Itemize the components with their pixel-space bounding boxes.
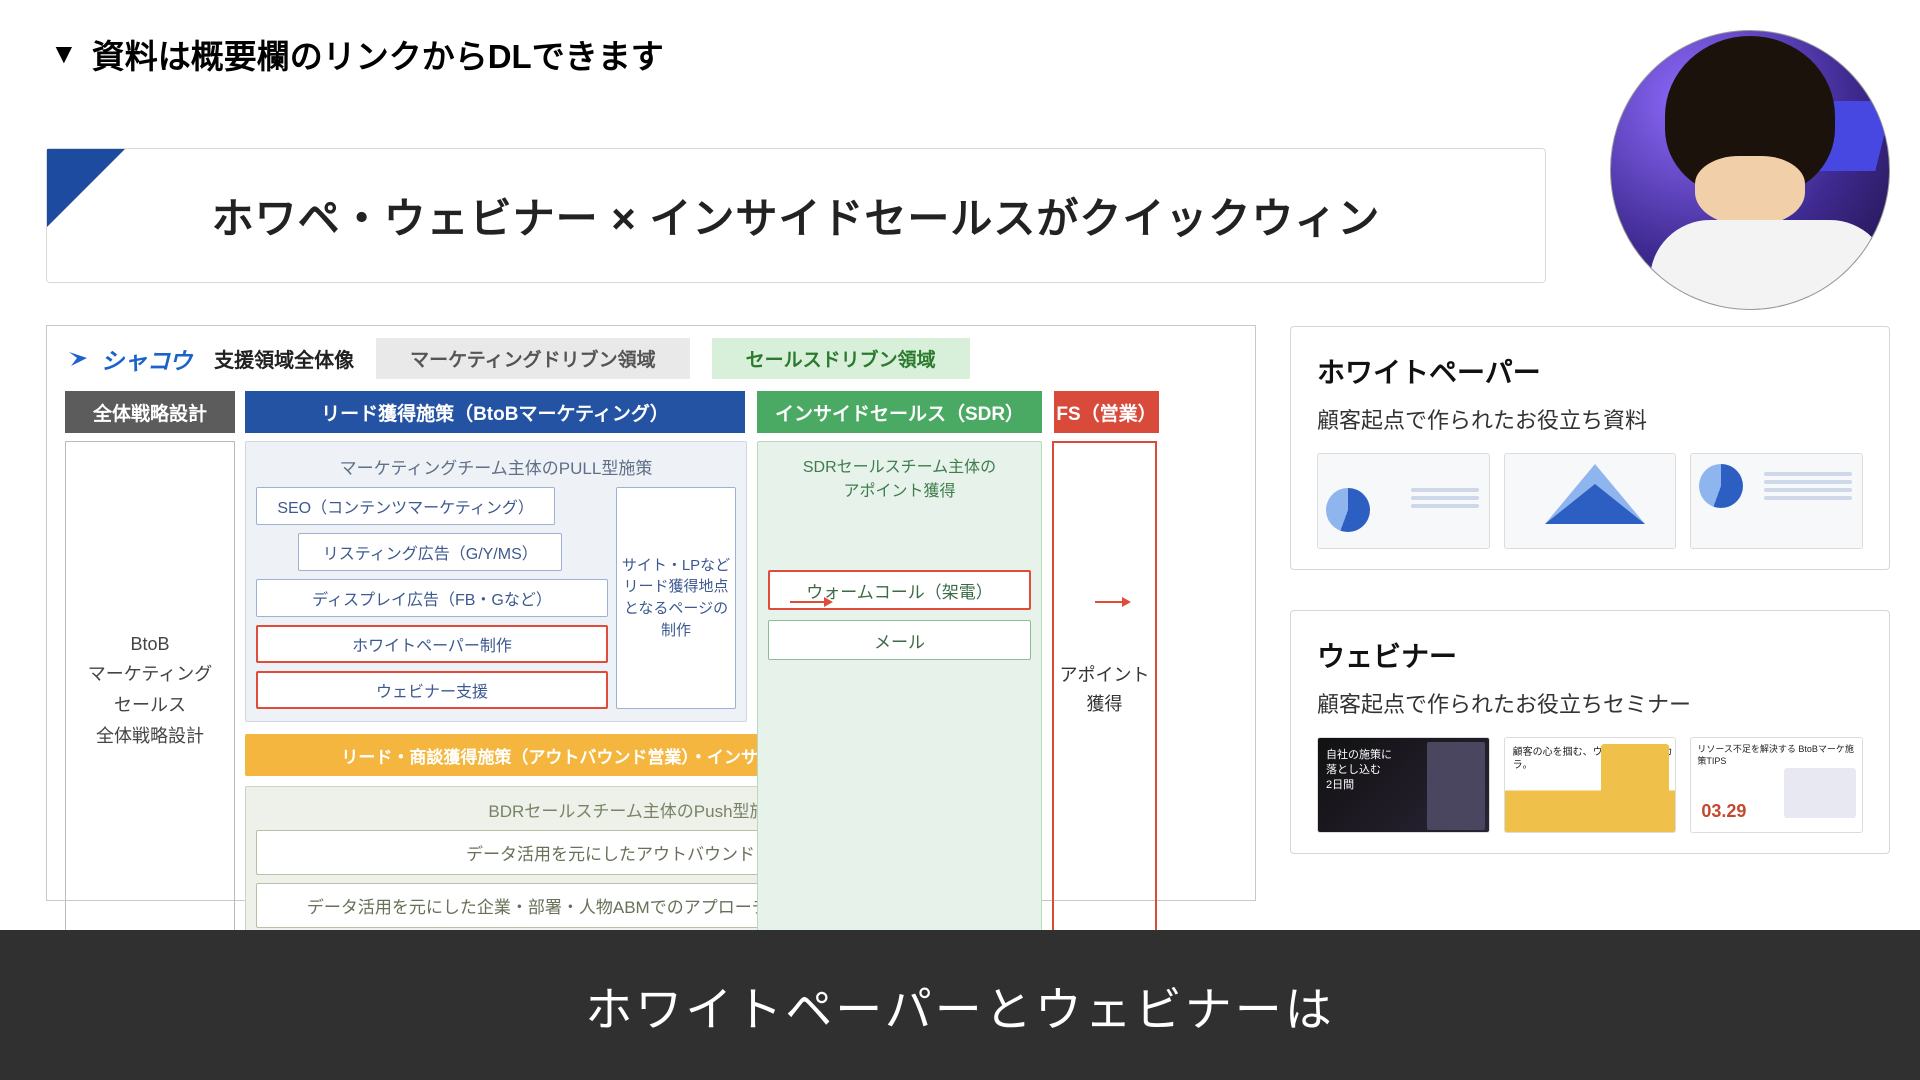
wp-thumb xyxy=(1317,453,1490,549)
pull-display: ディスプレイ広告（FB・Gなど） xyxy=(256,579,608,617)
wb-thumb: 顧客の心を掴む、ウェビナーのチカラ。 xyxy=(1504,737,1677,833)
pull-seo: SEO（コンテンツマーケティング） xyxy=(256,487,555,525)
wb-thumb: リソース不足を解決する BtoBマーケ施策TIPS 03.29 xyxy=(1690,737,1863,833)
corner-accent xyxy=(47,149,125,227)
wb-thumbs: 自社の施策に落とし込む2日間 顧客の心を掴む、ウェビナーのチカラ。 リソース不足… xyxy=(1317,737,1863,833)
wp-subtitle: 顧客起点で作られたお役立ち資料 xyxy=(1317,403,1863,435)
mkt-domain-label: マーケティングドリブン領域 xyxy=(376,338,689,379)
sdr-title: SDRセールスチーム主体の アポイント獲得 xyxy=(768,456,1031,504)
wb-subtitle: 顧客起点で作られたお役立ちセミナー xyxy=(1317,687,1863,719)
pull-lp: サイト・LPなどリード獲得地点となるページの制作 xyxy=(616,487,736,709)
scope-label: 支援領域全体像 xyxy=(214,344,354,373)
pull-wp: ホワイトペーパー制作 xyxy=(256,625,608,663)
phase-row: 全体戦略設計 リード獲得施策（BtoBマーケティング） インサイドセールス（SD… xyxy=(47,383,1255,433)
sdr-box: SDRセールスチーム主体の アポイント獲得 ウォームコール（架電） メール xyxy=(757,441,1042,939)
sales-domain-label: セールスドリブン領域 xyxy=(712,338,970,379)
triangle-down-icon: ▼ xyxy=(50,38,78,70)
main-column: マーケティングチーム主体のPULL型施策 SEO（コンテンツマーケティング） リ… xyxy=(245,441,747,939)
presenter-video xyxy=(1610,30,1890,310)
pull-left: SEO（コンテンツマーケティング） リスティング広告（G/Y/MS） ディスプレ… xyxy=(256,487,608,709)
phase-fs: FS（営業） xyxy=(1054,391,1159,433)
phase-sdr: インサイドセールス（SDR） xyxy=(757,391,1042,433)
right-cards: ホワイトペーパー 顧客起点で作られたお役立ち資料 ウェビナー 顧客起点で作られた… xyxy=(1290,326,1890,854)
diagram-body: BtoB マーケティング セールス 全体戦略設計 マーケティングチーム主体のPU… xyxy=(47,441,1255,953)
presenter-figure xyxy=(1650,36,1850,310)
side-column: BtoB マーケティング セールス 全体戦略設計 xyxy=(65,441,235,939)
wb-title: ウェビナー xyxy=(1317,635,1863,675)
wp-thumb xyxy=(1504,453,1677,549)
brand-icon xyxy=(67,348,95,370)
slide-title: ホワペ・ウェビナー × インサイドセールスがクイックウィン xyxy=(212,185,1381,246)
subtitle-text: ホワイトペーパーとウェビナーは xyxy=(585,971,1335,1040)
diagram-header: シャコウ 支援領域全体像 マーケティングドリブン領域 セールスドリブン領域 xyxy=(47,326,1255,383)
wp-thumb xyxy=(1690,453,1863,549)
card-webinar: ウェビナー 顧客起点で作られたお役立ちセミナー 自社の施策に落とし込む2日間 顧… xyxy=(1290,610,1890,854)
subtitle-bar: ホワイトペーパーとウェビナーは xyxy=(0,930,1920,1080)
pull-listing: リスティング広告（G/Y/MS） xyxy=(298,533,562,571)
diagram-canvas: シャコウ 支援領域全体像 マーケティングドリブン領域 セールスドリブン領域 全体… xyxy=(46,325,1256,901)
phase-side: 全体戦略設計 xyxy=(65,391,235,433)
top-note: ▼ 資料は概要欄のリンクからDLできます xyxy=(0,0,1920,96)
wp-thumbs xyxy=(1317,453,1863,549)
fs-column: アポイント 獲得 xyxy=(1052,441,1157,939)
slide-title-box: ホワペ・ウェビナー × インサイドセールスがクイックウィン xyxy=(46,148,1546,283)
pull-box: マーケティングチーム主体のPULL型施策 SEO（コンテンツマーケティング） リ… xyxy=(245,441,747,722)
wb-thumb: 自社の施策に落とし込む2日間 xyxy=(1317,737,1490,833)
pull-title: マーケティングチーム主体のPULL型施策 xyxy=(256,454,736,479)
card-whitepaper: ホワイトペーパー 顧客起点で作られたお役立ち資料 xyxy=(1290,326,1890,570)
sdr-mail: メール xyxy=(768,620,1031,660)
phase-lead: リード獲得施策（BtoBマーケティング） xyxy=(245,391,745,433)
sdr-column: SDRセールスチーム主体の アポイント獲得 ウォームコール（架電） メール xyxy=(757,441,1042,939)
wp-title: ホワイトペーパー xyxy=(1317,351,1863,391)
brand: シャコウ xyxy=(67,342,192,376)
pull-webi: ウェビナー支援 xyxy=(256,671,608,709)
top-note-text: 資料は概要欄のリンクからDLできます xyxy=(92,30,664,78)
sdr-warmcall: ウォームコール（架電） xyxy=(768,570,1031,610)
